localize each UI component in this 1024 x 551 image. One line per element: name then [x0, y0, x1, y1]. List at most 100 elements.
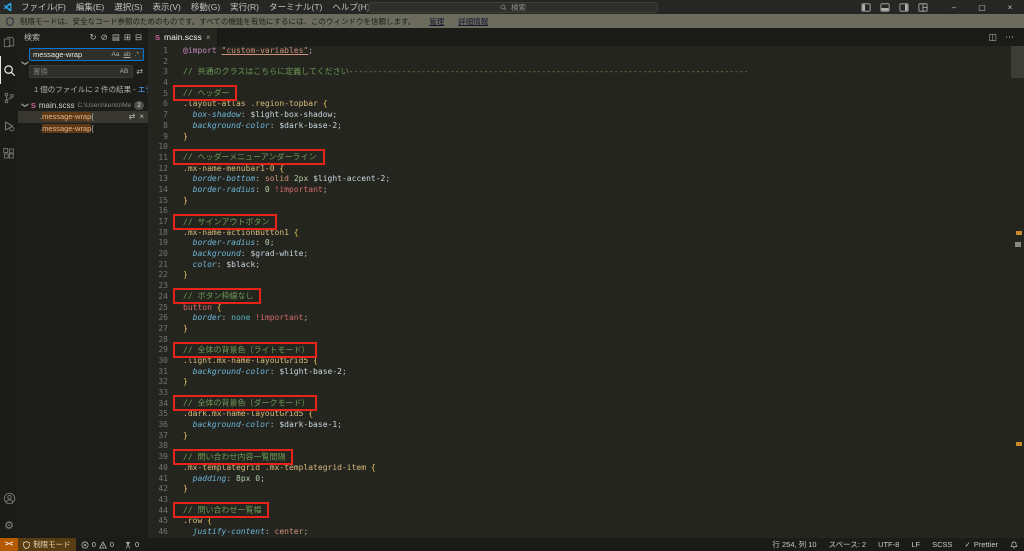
match-case-icon[interactable]: Aa	[110, 51, 120, 58]
banner-details-link[interactable]: 詳細情報	[458, 16, 488, 27]
tab-close-icon[interactable]: ×	[206, 33, 211, 42]
line-number: 29	[148, 345, 168, 356]
open-search-editor-icon[interactable]: ▤	[112, 32, 120, 43]
code-line-27: 27}	[148, 324, 1024, 335]
banner-manage-link[interactable]: 管理	[429, 16, 444, 27]
replace-match-icon[interactable]: ⇄	[129, 112, 136, 121]
close-button[interactable]: ×	[996, 0, 1024, 14]
toggle-replace-chevron-icon[interactable]: ❯	[20, 48, 29, 78]
code-line-23: 23	[148, 281, 1024, 292]
ports-status[interactable]: 0	[119, 538, 144, 551]
line-number: 32	[148, 377, 168, 388]
code-line-41: 41 padding: 8px 0;	[148, 474, 1024, 485]
red-annotation-box: // 全体の背景色（ライトモード）	[173, 342, 317, 358]
minimize-button[interactable]: –	[940, 0, 968, 14]
code-line-11: 11// ヘッダーメニューアンダーライン	[148, 153, 1024, 164]
restricted-mode-status[interactable]: 制限モード	[18, 538, 76, 551]
customize-layout-icon[interactable]	[918, 3, 928, 12]
menu-item-2[interactable]: 選択(S)	[109, 0, 147, 14]
maximize-button[interactable]: ▢	[968, 0, 996, 14]
line-number: 42	[148, 484, 168, 495]
code-line-36: 36 background-color: $dark-base-1;	[148, 420, 1024, 431]
menu-item-0[interactable]: ファイル(F)	[16, 0, 71, 14]
red-annotation-box: // ヘッダー	[173, 85, 237, 101]
code-line-12: 12.mx-name-menubar1-0 {	[148, 164, 1024, 175]
warning-count: 0	[110, 540, 114, 549]
match-row-0[interactable]: .message-wrap {⇄×	[18, 111, 148, 123]
line-number: 16	[148, 206, 168, 217]
menu-item-6[interactable]: ターミナル(T)	[264, 0, 327, 14]
toggle-panel-icon[interactable]	[880, 3, 890, 12]
line-number: 26	[148, 313, 168, 324]
collapse-all-icon[interactable]: ⊟	[135, 32, 142, 43]
code-line-2: 2	[148, 57, 1024, 68]
cursor-position[interactable]: 行 254, 列 10	[766, 538, 822, 551]
remote-icon: ><	[5, 541, 13, 548]
code-editor[interactable]: 1@import "custom-variables";23// 共通のクラスは…	[148, 46, 1024, 538]
notifications-bell[interactable]	[1004, 538, 1024, 551]
warning-icon	[99, 541, 107, 549]
result-file-row[interactable]: ❯ S main.scss C:\Users\kento\Mendix... 2	[18, 99, 148, 111]
clear-search-results-icon[interactable]: ⊘	[101, 32, 108, 43]
replace-input[interactable]: 置換 AB	[29, 65, 133, 78]
replace-all-icon[interactable]: ⇄	[135, 67, 144, 76]
dismiss-match-icon[interactable]: ×	[139, 112, 144, 121]
line-number: 34	[148, 399, 168, 410]
search-icon	[500, 4, 507, 11]
code-line-34: 34// 全体の背景色（ダークモード）	[148, 399, 1024, 410]
menu-item-3[interactable]: 表示(V)	[148, 0, 186, 14]
match-row-1[interactable]: .message-wrap {	[18, 123, 148, 135]
menu-item-5[interactable]: 実行(R)	[225, 0, 264, 14]
more-actions-icon[interactable]: ⋯	[1005, 32, 1014, 43]
line-number: 40	[148, 463, 168, 474]
line-number: 5	[148, 89, 168, 100]
code-line-4: 4	[148, 78, 1024, 89]
tab-label: main.scss	[164, 32, 202, 42]
overview-ruler-match-mark-2	[1016, 442, 1022, 446]
code-line-39: 39// 問い合わせ内容一覧間隔	[148, 452, 1024, 463]
line-number: 30	[148, 356, 168, 367]
code-line-7: 7 box-shadow: $light-box-shadow;	[148, 110, 1024, 121]
menu-item-4[interactable]: 移動(G)	[186, 0, 225, 14]
toggle-sidebar-icon[interactable]	[861, 3, 871, 12]
run-debug-icon[interactable]	[0, 112, 18, 140]
tab-main-scss[interactable]: S main.scss ×	[148, 28, 218, 46]
tab-bar: S main.scss × ◫ ⋯	[148, 28, 1024, 46]
bell-icon	[1010, 541, 1018, 549]
search-input[interactable]: message-wrap Aa ab .*	[29, 48, 144, 61]
line-number: 6	[148, 99, 168, 110]
eol-status[interactable]: LF	[905, 538, 926, 551]
explorer-icon[interactable]	[0, 28, 18, 56]
indentation-status[interactable]: スペース: 2	[823, 538, 872, 551]
red-annotation-box: // ボタン枠線なし	[173, 288, 261, 304]
remote-indicator[interactable]: ><	[0, 538, 18, 551]
view-as-tree-icon[interactable]: ⊞	[124, 32, 131, 43]
command-center-search[interactable]: 検索	[368, 2, 658, 13]
account-icon[interactable]	[0, 484, 18, 512]
editor-scrollbar[interactable]	[1011, 46, 1024, 78]
source-control-icon[interactable]	[0, 84, 18, 112]
problems-status[interactable]: 0 0	[76, 538, 119, 551]
settings-gear-icon[interactable]: ⚙	[0, 512, 18, 538]
preserve-case-icon[interactable]: AB	[119, 68, 130, 75]
menu-item-1[interactable]: 編集(E)	[71, 0, 109, 14]
red-annotation-box: // 全体の背景色（ダークモード）	[173, 395, 317, 411]
toggle-secondary-sidebar-icon[interactable]	[899, 3, 909, 12]
refresh-icon[interactable]: ↻	[89, 32, 96, 43]
whole-word-icon[interactable]: ab	[122, 51, 131, 58]
line-number: 23	[148, 281, 168, 292]
encoding-status[interactable]: UTF-8	[872, 538, 905, 551]
regex-icon[interactable]: .*	[134, 51, 140, 58]
code-line-25: 25button {	[148, 303, 1024, 314]
command-center-placeholder: 検索	[511, 2, 526, 13]
split-editor-icon[interactable]: ◫	[988, 32, 997, 43]
code-line-31: 31 background-color: $light-base-2;	[148, 367, 1024, 378]
line-number: 1	[148, 46, 168, 57]
line-number: 27	[148, 324, 168, 335]
line-number: 14	[148, 185, 168, 196]
language-mode-status[interactable]: SCSS	[926, 538, 958, 551]
search-view-icon[interactable]	[0, 56, 18, 84]
extensions-icon[interactable]	[0, 140, 18, 168]
formatter-status[interactable]: ✓ Prettier	[959, 538, 1004, 551]
code-line-43: 43	[148, 495, 1024, 506]
